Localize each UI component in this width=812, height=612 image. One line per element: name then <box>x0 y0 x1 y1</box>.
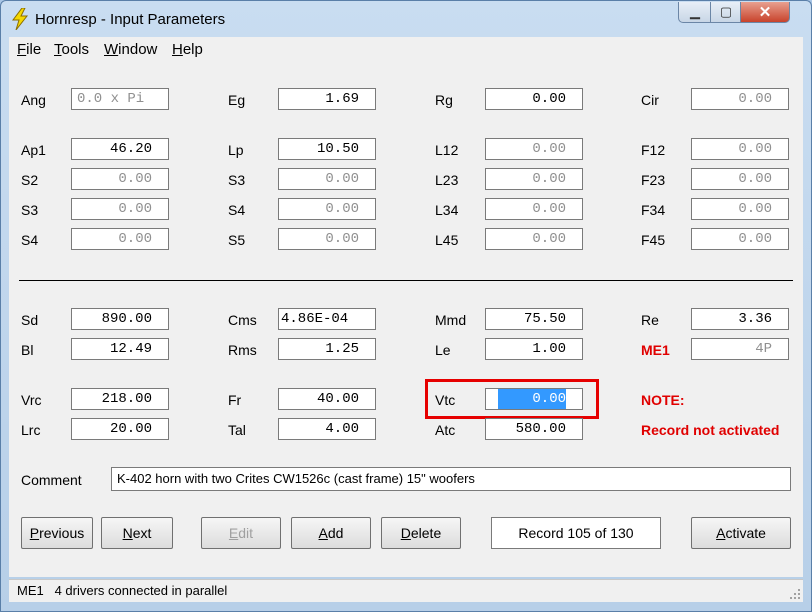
label-l45: L45 <box>435 232 459 248</box>
label-ap1: Ap1 <box>21 142 46 158</box>
field-mmd[interactable]: 75.50 <box>485 308 583 330</box>
field-f23[interactable]: 0.00 <box>691 168 789 190</box>
field-fr[interactable]: 40.00 <box>278 388 376 410</box>
label-s4: S4 <box>21 232 39 248</box>
field-ap1[interactable]: 46.20 <box>71 138 169 160</box>
label-sd: Sd <box>21 312 39 328</box>
label-atc: Atc <box>435 422 456 438</box>
label-tal: Tal <box>228 422 246 438</box>
minimize-button[interactable]: ▁ <box>678 2 712 23</box>
label-bl: Bl <box>21 342 34 358</box>
menu-file[interactable]: File <box>17 41 41 58</box>
title-bar[interactable]: Hornresp - Input Parameters ▁ ▢ ✕ <box>1 1 811 37</box>
label-f34: F34 <box>641 202 666 218</box>
main-window: Hornresp - Input Parameters ▁ ▢ ✕ File T… <box>0 0 812 612</box>
field-f12[interactable]: 0.00 <box>691 138 789 160</box>
lightning-bolt-icon <box>12 8 29 30</box>
field-sd[interactable]: 890.00 <box>71 308 169 330</box>
label-s3: S3 <box>21 202 39 218</box>
note-text: Record not activated <box>641 422 780 438</box>
label-l12: L12 <box>435 142 459 158</box>
menu-help[interactable]: Help <box>172 41 203 58</box>
input-parameters-panel: Ang 0.0 x Pi Eg 1.69 Rg 0.00 Cir 0.00 Ap… <box>9 61 803 577</box>
field-eg[interactable]: 1.69 <box>278 88 376 110</box>
label-f12: F12 <box>641 142 666 158</box>
delete-button[interactable]: Delete <box>381 517 461 549</box>
field-lp[interactable]: 10.50 <box>278 138 376 160</box>
record-indicator: Record 105 of 130 <box>491 517 661 549</box>
field-lrc[interactable]: 20.00 <box>71 418 169 440</box>
field-tal[interactable]: 4.00 <box>278 418 376 440</box>
field-l12[interactable]: 0.00 <box>485 138 583 160</box>
comment-field[interactable]: K-402 horn with two Crites CW1526c (cast… <box>111 467 791 491</box>
label-ang: Ang <box>21 92 46 108</box>
label-l23: L23 <box>435 172 459 188</box>
activate-button[interactable]: Activate <box>691 517 791 549</box>
field-s4[interactable]: 0.00 <box>71 228 169 250</box>
previous-button[interactable]: Previous <box>21 517 93 549</box>
window-title: Hornresp - Input Parameters <box>35 11 226 28</box>
minimize-icon: ▁ <box>690 4 700 19</box>
label-lp: Lp <box>228 142 244 158</box>
field-f34[interactable]: 0.00 <box>691 198 789 220</box>
label-comment: Comment <box>21 472 82 488</box>
label-f45: F45 <box>641 232 666 248</box>
menu-bar: File Tools Window Help <box>9 37 803 61</box>
field-vrc[interactable]: 218.00 <box>71 388 169 410</box>
status-text: ME1 4 drivers connected in parallel <box>17 583 228 598</box>
status-bar: ME1 4 drivers connected in parallel <box>9 579 803 602</box>
field-s3-col2[interactable]: 0.00 <box>278 168 376 190</box>
label-le: Le <box>435 342 451 358</box>
field-atc[interactable]: 580.00 <box>485 418 583 440</box>
field-bl[interactable]: 12.49 <box>71 338 169 360</box>
label-mmd: Mmd <box>435 312 467 328</box>
label-s4-col2: S4 <box>228 202 246 218</box>
label-rms: Rms <box>228 342 257 358</box>
next-button[interactable]: Next <box>101 517 173 549</box>
label-re: Re <box>641 312 659 328</box>
field-l23[interactable]: 0.00 <box>485 168 583 190</box>
field-s2[interactable]: 0.00 <box>71 168 169 190</box>
label-s5: S5 <box>228 232 246 248</box>
field-f45[interactable]: 0.00 <box>691 228 789 250</box>
add-button[interactable]: Add <box>291 517 371 549</box>
field-s3[interactable]: 0.00 <box>71 198 169 220</box>
field-re[interactable]: 3.36 <box>691 308 789 330</box>
field-le[interactable]: 1.00 <box>485 338 583 360</box>
resize-grip-icon[interactable] <box>789 588 801 600</box>
label-cir: Cir <box>641 92 659 108</box>
label-eg: Eg <box>228 92 246 108</box>
field-cms[interactable]: 4.86E-04 <box>278 308 376 330</box>
note-title: NOTE: <box>641 392 685 408</box>
edit-button[interactable]: Edit <box>201 517 281 549</box>
field-rms[interactable]: 1.25 <box>278 338 376 360</box>
section-divider <box>19 280 793 281</box>
close-icon: ✕ <box>758 4 772 21</box>
maximize-icon: ▢ <box>719 4 733 19</box>
field-ang[interactable]: 0.0 x Pi <box>71 88 169 110</box>
menu-window[interactable]: Window <box>104 41 157 58</box>
field-cir[interactable]: 0.00 <box>691 88 789 110</box>
label-vrc: Vrc <box>21 392 42 408</box>
menu-tools[interactable]: Tools <box>54 41 89 58</box>
field-l34[interactable]: 0.00 <box>485 198 583 220</box>
field-s5[interactable]: 0.00 <box>278 228 376 250</box>
field-s4-col2[interactable]: 0.00 <box>278 198 376 220</box>
close-button[interactable]: ✕ <box>740 2 790 23</box>
label-l34: L34 <box>435 202 459 218</box>
label-s3-col2: S3 <box>228 172 246 188</box>
label-rg: Rg <box>435 92 453 108</box>
label-f23: F23 <box>641 172 666 188</box>
label-fr: Fr <box>228 392 242 408</box>
field-me1[interactable]: 4P <box>691 338 789 360</box>
field-rg[interactable]: 0.00 <box>485 88 583 110</box>
field-l45[interactable]: 0.00 <box>485 228 583 250</box>
label-me1: ME1 <box>641 342 670 358</box>
maximize-button[interactable]: ▢ <box>710 2 742 23</box>
vtc-highlight-box <box>425 379 599 419</box>
label-lrc: Lrc <box>21 422 41 438</box>
label-cms: Cms <box>228 312 257 328</box>
label-s2: S2 <box>21 172 39 188</box>
